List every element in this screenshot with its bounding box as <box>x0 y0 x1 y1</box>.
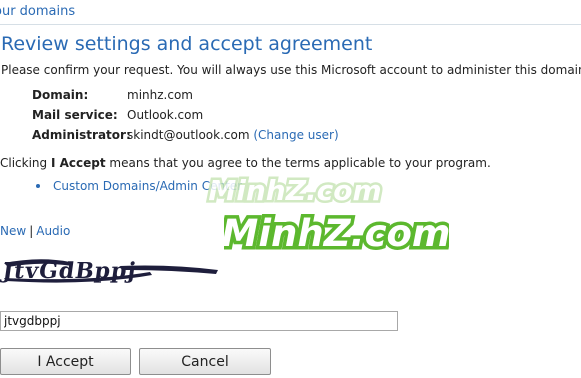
top-bar: our domains <box>0 0 581 25</box>
domain-value: minhz.com <box>127 88 193 102</box>
terms-text: Clicking I Accept means that you agree t… <box>0 156 491 170</box>
intro-text: Please confirm your request. You will al… <box>1 63 581 77</box>
captcha-text: JtvGdBppj <box>0 258 138 284</box>
mail-service-value: Outlook.com <box>127 108 204 122</box>
page-title: Review settings and accept agreement <box>1 33 373 55</box>
bullet-icon <box>36 183 40 188</box>
accept-button[interactable]: I Accept <box>0 348 131 375</box>
terms-prefix: Clicking <box>0 156 51 170</box>
terms-suffix: means that you agree to the terms applic… <box>105 156 491 170</box>
mail-service-label: Mail service: <box>32 108 118 122</box>
watermark-logo-small: MinhZ.com <box>206 172 384 210</box>
captcha-audio-link[interactable]: Audio <box>36 224 70 238</box>
change-user-link[interactable]: (Change user) <box>253 128 338 142</box>
domain-label: Domain: <box>32 88 89 102</box>
terms-accept-emphasis: I Accept <box>50 156 106 170</box>
administrator-value: skindt@outlook.com <box>127 128 250 142</box>
breadcrumb-your-domains[interactable]: our domains <box>0 4 75 19</box>
captcha-separator: | <box>29 224 34 238</box>
captcha-new-link[interactable]: New <box>0 224 26 238</box>
captcha-input[interactable] <box>0 311 398 331</box>
watermark-text-1: MinhZ.com <box>208 174 381 207</box>
watermark-text-2: MinhZ.com <box>224 212 449 255</box>
administrator-value-wrap: skindt@outlook.com (Change user) <box>127 128 339 142</box>
watermark-logo-large: MinhZ.com <box>224 209 449 259</box>
administrator-label: Administrator: <box>32 128 131 142</box>
captcha-options: New | Audio <box>0 224 70 238</box>
captcha-image: JtvGdBppj <box>0 258 218 284</box>
cancel-button[interactable]: Cancel <box>139 348 271 375</box>
